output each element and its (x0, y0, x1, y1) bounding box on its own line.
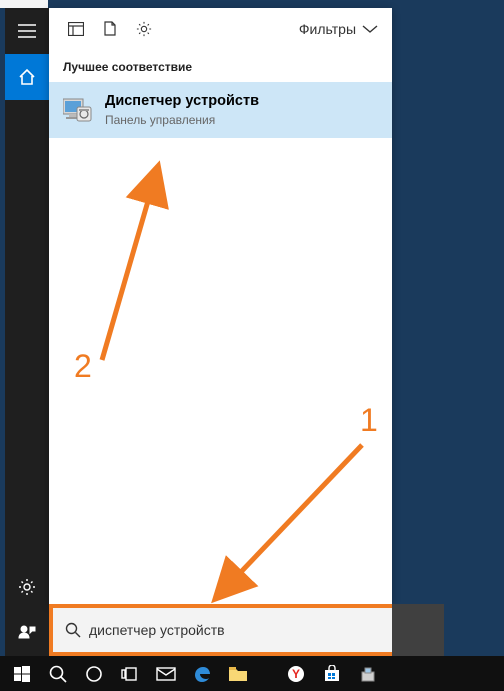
search-box-extension (392, 604, 444, 656)
apps-icon (68, 22, 84, 36)
store-icon (323, 665, 341, 683)
hamburger-menu-button[interactable] (5, 8, 49, 54)
gear-icon (18, 578, 36, 596)
edge-icon (193, 665, 211, 683)
search-results-panel: Фильтры Лучшее соответствие Диспетчер ус… (49, 8, 392, 604)
yandex-app-button[interactable]: Y (278, 656, 314, 691)
annotation-label-2: 2 (74, 348, 92, 385)
windows-icon (14, 666, 30, 682)
result-subtitle: Панель управления (105, 113, 259, 129)
home-button[interactable] (5, 54, 49, 100)
chevron-down-icon (362, 24, 378, 34)
mail-icon (156, 667, 176, 681)
search-result-device-manager[interactable]: Диспетчер устройств Панель управления (49, 82, 392, 138)
search-input[interactable] (89, 622, 392, 638)
search-box[interactable] (49, 604, 392, 656)
cortana-taskbar-button[interactable] (76, 656, 112, 691)
result-title: Диспетчер устройств (105, 92, 259, 111)
documents-scope-button[interactable] (93, 8, 127, 50)
window-controls-strip (0, 0, 48, 8)
apps-scope-button[interactable] (59, 8, 93, 50)
start-button[interactable] (4, 656, 40, 691)
yandex-icon: Y (287, 665, 305, 683)
filters-button[interactable]: Фильтры (299, 21, 382, 37)
task-view-icon (121, 667, 139, 681)
feedback-button[interactable] (5, 610, 49, 656)
explorer-app-button[interactable] (220, 656, 256, 691)
app-button[interactable] (350, 656, 386, 691)
search-icon (65, 622, 81, 638)
cortana-sidebar (5, 8, 49, 656)
home-icon (18, 68, 36, 86)
filters-label: Фильтры (299, 21, 356, 37)
mail-app-button[interactable] (148, 656, 184, 691)
settings-scope-button[interactable] (127, 8, 161, 50)
hamburger-icon (18, 24, 36, 38)
svg-text:Y: Y (292, 667, 300, 681)
document-icon (104, 21, 116, 36)
settings-button[interactable] (5, 564, 49, 610)
result-text-block: Диспетчер устройств Панель управления (105, 92, 259, 128)
feedback-icon (18, 624, 36, 642)
panel-header: Фильтры (49, 8, 392, 50)
annotation-label-1: 1 (360, 402, 378, 439)
best-match-label: Лучшее соответствие (49, 50, 392, 82)
taskbar: Y (0, 656, 504, 691)
folder-icon (229, 667, 247, 681)
task-view-button[interactable] (112, 656, 148, 691)
search-icon (49, 665, 67, 683)
search-taskbar-button[interactable] (40, 656, 76, 691)
edge-app-button[interactable] (184, 656, 220, 691)
store-app-button[interactable] (314, 656, 350, 691)
cortana-icon (85, 665, 103, 683)
tray-app-icon (360, 666, 376, 682)
gear-icon (136, 21, 152, 37)
device-manager-icon (63, 97, 93, 123)
